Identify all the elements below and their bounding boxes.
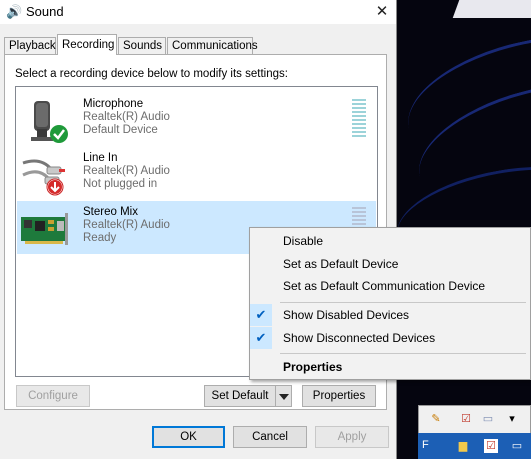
- menu-item-label: Show Disabled Devices: [283, 308, 410, 322]
- tab-recording[interactable]: Recording: [57, 34, 117, 55]
- cancel-button[interactable]: Cancel: [233, 426, 307, 448]
- device-driver: Realtek(R) Audio: [83, 111, 170, 123]
- menu-item-disable[interactable]: Disable: [250, 230, 530, 252]
- document-icon[interactable]: ▭: [481, 412, 495, 426]
- folder-icon[interactable]: ▆: [456, 439, 470, 453]
- tab-communications[interactable]: Communications: [167, 37, 258, 54]
- device-driver: Realtek(R) Audio: [83, 219, 170, 231]
- menu-item-label: Show Disconnected Devices: [283, 331, 436, 345]
- apply-button[interactable]: Apply: [315, 426, 389, 448]
- tab-sounds[interactable]: Sounds: [118, 37, 166, 54]
- dropdown-icon[interactable]: ▾: [505, 412, 519, 426]
- taskbar-letter: F: [422, 439, 429, 451]
- menu-separator: [280, 302, 526, 303]
- device-state: Not plugged in: [83, 178, 158, 190]
- checklist-icon[interactable]: ☑: [459, 412, 473, 426]
- device-item-microphone[interactable]: Microphone Realtek(R) Audio Default Devi…: [17, 93, 376, 146]
- properties-button[interactable]: Properties: [302, 385, 376, 407]
- document-icon[interactable]: ▭: [510, 439, 524, 453]
- menu-item-set-default-communication-device[interactable]: Set as Default Communication Device: [250, 275, 530, 297]
- close-button[interactable]: ✕: [368, 0, 396, 24]
- tab-label: Recording: [62, 39, 115, 51]
- level-meter: [352, 207, 366, 227]
- taskbar-strip: F ▆ ☑ ▭: [418, 433, 531, 459]
- menu-item-show-disconnected-devices[interactable]: ✔ Show Disconnected Devices: [250, 327, 530, 349]
- device-driver: Realtek(R) Audio: [83, 165, 170, 177]
- device-item-line-in[interactable]: Line In Realtek(R) Audio Not plugged in: [17, 147, 376, 200]
- level-meter: [352, 99, 366, 139]
- tab-label: Sounds: [123, 40, 163, 52]
- device-state: Default Device: [83, 124, 158, 136]
- configure-button[interactable]: Configure: [16, 385, 90, 407]
- device-name: Microphone: [83, 98, 144, 110]
- menu-item-show-disabled-devices[interactable]: ✔ Show Disabled Devices: [250, 304, 530, 326]
- chevron-down-icon: [279, 394, 289, 400]
- line-in-jack-icon: [21, 153, 71, 197]
- device-state: Ready: [83, 232, 117, 244]
- wallpaper-highlight: [452, 0, 531, 18]
- menu-item-set-default-device[interactable]: Set as Default Device: [250, 253, 530, 275]
- context-menu: Disable Set as Default Device Set as Def…: [249, 227, 531, 380]
- tab-label: Playback: [9, 40, 56, 52]
- title-bar: 🔊 Sound ✕: [0, 0, 396, 24]
- menu-item-properties[interactable]: Properties: [250, 356, 530, 378]
- ok-button[interactable]: OK: [152, 426, 225, 448]
- checklist-icon[interactable]: ☑: [484, 439, 498, 453]
- check-icon: ✔: [250, 327, 272, 349]
- microphone-icon: [21, 99, 71, 143]
- set-default-button[interactable]: Set Default: [204, 385, 276, 407]
- window-title: Sound: [26, 4, 64, 19]
- set-default-dropdown-arrow[interactable]: [275, 385, 292, 407]
- menu-item-label: Properties: [283, 360, 343, 374]
- sound-card-icon: [21, 207, 71, 251]
- menu-item-label: Disable: [283, 234, 324, 248]
- speaker-icon: 🔊: [6, 4, 23, 19]
- device-name: Stereo Mix: [83, 206, 138, 218]
- menu-separator: [280, 353, 526, 354]
- device-name: Line In: [83, 152, 118, 164]
- tab-playback[interactable]: Playback: [4, 37, 56, 54]
- menu-item-label: Set as Default Device: [283, 257, 399, 271]
- tab-label: Communications: [172, 40, 258, 52]
- instruction-text: Select a recording device below to modif…: [15, 68, 288, 80]
- check-icon: ✔: [250, 304, 272, 326]
- menu-item-label: Set as Default Communication Device: [283, 279, 486, 293]
- app-icon[interactable]: ✎: [429, 412, 443, 426]
